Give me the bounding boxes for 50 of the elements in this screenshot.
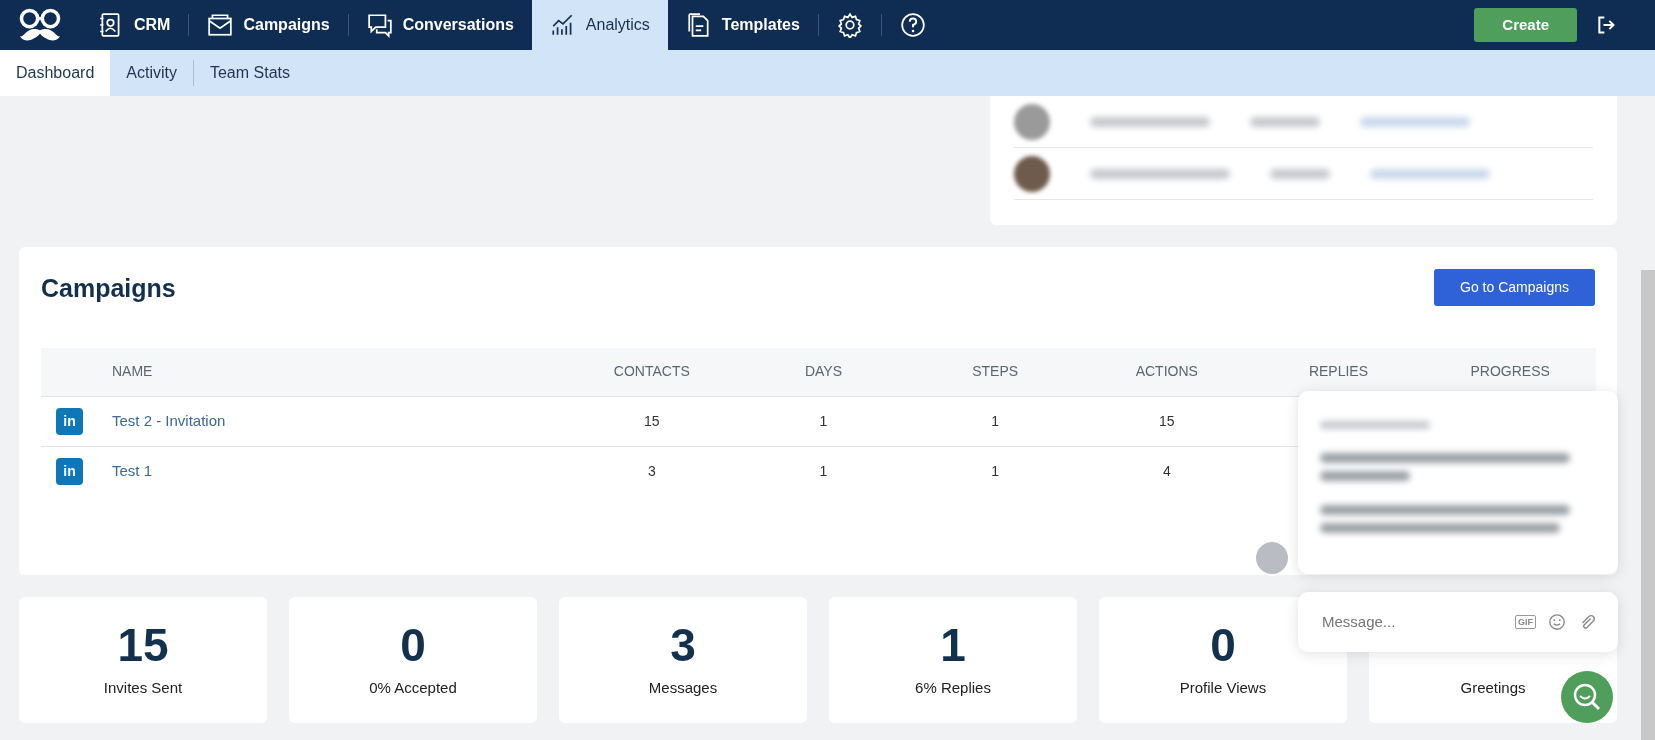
nav-tab[interactable]: Conversations bbox=[348, 0, 532, 50]
stat-label: Invites Sent bbox=[103, 678, 183, 699]
sub-tab[interactable]: Activity bbox=[110, 50, 193, 96]
stat-label: Messages bbox=[648, 678, 718, 699]
stat-label: Greetings bbox=[1460, 677, 1526, 698]
sub-tab[interactable]: Dashboard bbox=[0, 50, 111, 96]
table-cell: 1 bbox=[909, 396, 1081, 446]
table-cell: 1 bbox=[737, 396, 910, 446]
nav-tab[interactable]: CRM bbox=[80, 0, 189, 50]
stat-value: 0 bbox=[400, 620, 426, 672]
stat-value: 15 bbox=[117, 620, 169, 672]
glasses-mustache-logo bbox=[18, 7, 62, 43]
stat-label: Profile Views bbox=[1179, 678, 1267, 699]
column-header: DAYS bbox=[737, 348, 910, 396]
table-cell: 15 bbox=[1080, 396, 1253, 446]
help-icon bbox=[899, 12, 926, 38]
table-cell: 1 bbox=[737, 446, 910, 496]
table-cell: 3 bbox=[566, 446, 738, 496]
logout-icon bbox=[1596, 15, 1616, 35]
campaign-link[interactable]: Test 2 - Invitation bbox=[112, 411, 226, 429]
gif-button[interactable]: GIF bbox=[1515, 615, 1536, 629]
stat-value: 0 bbox=[1210, 620, 1236, 672]
chat-bubbles-icon bbox=[366, 12, 393, 38]
nav-tab[interactable]: Templates bbox=[667, 0, 818, 50]
table-cell: 15 bbox=[566, 396, 738, 446]
network-badge: in bbox=[56, 457, 83, 485]
stat-value: 1 bbox=[940, 620, 966, 672]
column-header: ACTIONS bbox=[1080, 348, 1253, 396]
stat-label: 0% Accepted bbox=[369, 678, 457, 699]
stat-value: 3 bbox=[670, 620, 696, 672]
document-icon bbox=[685, 12, 712, 38]
stat-label: 6% Replies bbox=[915, 678, 991, 699]
scrollbar[interactable] bbox=[1641, 270, 1655, 740]
network-badge: in bbox=[56, 407, 83, 435]
table-cell: 1 bbox=[909, 446, 1081, 496]
column-header: STEPS bbox=[909, 348, 1081, 396]
section-title: Campaigns bbox=[41, 272, 176, 303]
emoji-icon[interactable] bbox=[1548, 613, 1566, 631]
column-header: REPLIES bbox=[1252, 348, 1425, 396]
column-header: CONTACTS bbox=[566, 348, 738, 396]
envelope-icon bbox=[207, 12, 234, 38]
column-header: NAME bbox=[111, 348, 566, 396]
settings-icon bbox=[836, 12, 863, 38]
nav-tab[interactable]: Campaigns bbox=[189, 0, 348, 50]
go-to-campaigns-button[interactable]: Go to Campaigns bbox=[1434, 269, 1595, 306]
nav-tab[interactable]: Analytics bbox=[531, 0, 668, 50]
table-cell: 4 bbox=[1080, 446, 1253, 496]
campaign-link[interactable]: Test 1 bbox=[112, 462, 153, 479]
sub-tab[interactable]: Team Stats bbox=[193, 50, 306, 96]
chat-smile-icon bbox=[1572, 682, 1602, 712]
